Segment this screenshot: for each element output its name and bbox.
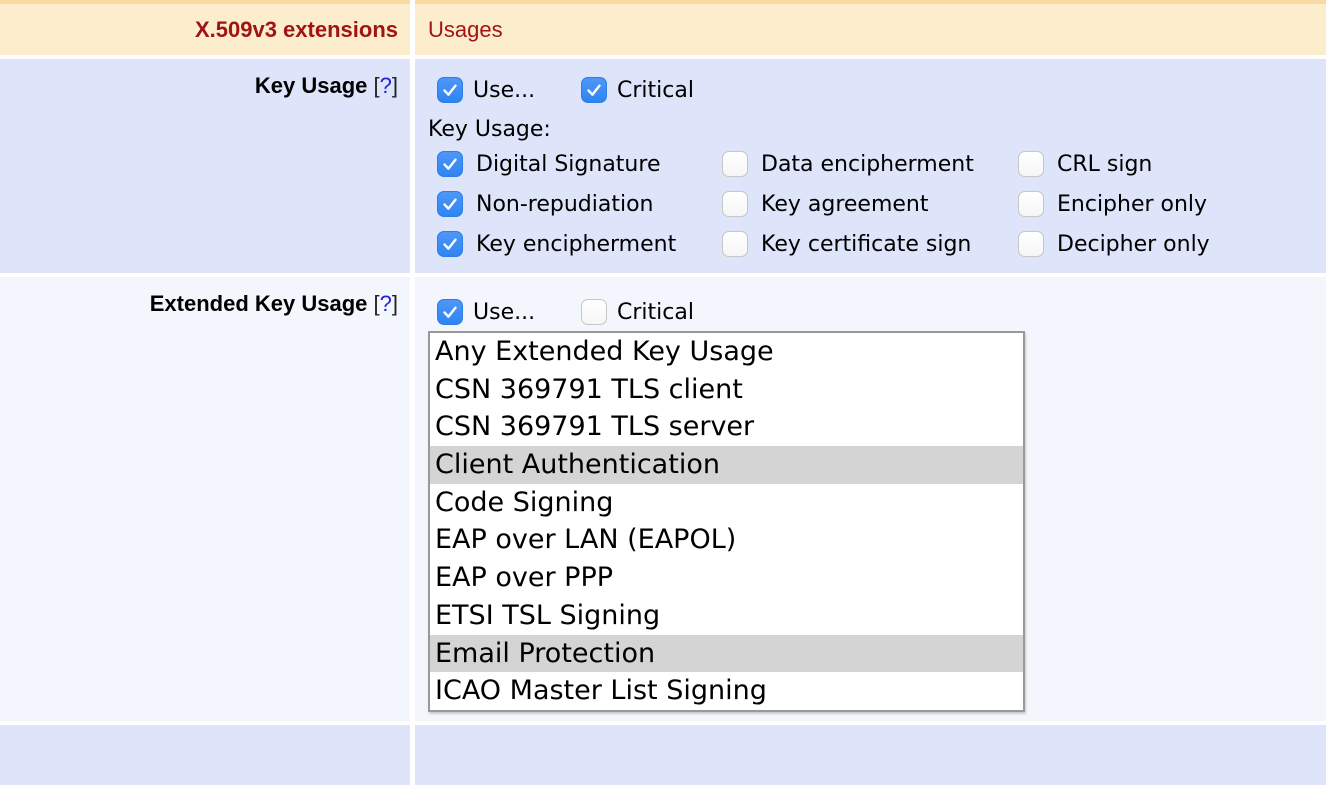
section-header-x509v3-extensions: X.509v3 extensions	[0, 0, 410, 55]
key-usage-option-label: CRL sign	[1057, 152, 1152, 177]
listbox-option[interactable]: Any Extended Key Usage	[430, 333, 1023, 371]
key-usage-option-label: Data encipherment	[761, 152, 974, 177]
key-usage-option-checkbox[interactable]	[437, 231, 463, 257]
key-usage-option[interactable]: Decipher only	[1018, 231, 1326, 257]
key-usage-critical-label: Critical	[617, 78, 694, 103]
key-usage-label: Key Usage	[255, 73, 368, 98]
listbox-option[interactable]: CSN 369791 TLS server	[430, 408, 1023, 446]
key-usage-option[interactable]: CRL sign	[1018, 151, 1326, 177]
key-usage-option-label: Digital Signature	[476, 152, 660, 177]
extended-key-usage-listbox[interactable]: Any Extended Key UsageCSN 369791 TLS cli…	[428, 331, 1025, 712]
extended-key-usage-critical-row[interactable]: Critical	[581, 299, 694, 325]
key-usage-option-checkbox[interactable]	[1018, 231, 1044, 257]
key-usage-option-label: Non-repudiation	[476, 192, 654, 217]
question-mark-icon: ?	[380, 73, 392, 98]
listbox-option[interactable]: Email Protection	[430, 635, 1023, 673]
key-usage-option-checkbox[interactable]	[437, 191, 463, 217]
key-usage-use-checkbox[interactable]	[437, 77, 463, 103]
key-usage-option-checkbox[interactable]	[722, 191, 748, 217]
extended-key-usage-critical-label: Critical	[617, 300, 694, 325]
next-row-left-cell	[0, 725, 410, 785]
listbox-option[interactable]: Client Authentication	[430, 446, 1023, 484]
key-usage-options-grid: Digital Signature Data encipherment CRL si…	[437, 144, 1326, 264]
key-usage-option[interactable]: Digital Signature	[437, 151, 722, 177]
extended-key-usage-critical-checkbox[interactable]	[581, 299, 607, 325]
extended-key-usage-use-label: Use...	[473, 300, 535, 325]
extensions-form-table: X.509v3 extensions Usages Key Usage [?] …	[0, 0, 1326, 785]
key-usage-option[interactable]: Data encipherment	[722, 151, 1018, 177]
key-usage-use-critical-row: Use... Critical	[437, 77, 1326, 103]
check-icon	[438, 300, 462, 324]
key-usage-option-checkbox[interactable]	[722, 231, 748, 257]
key-usage-help-link[interactable]: [?]	[374, 73, 399, 98]
extended-key-usage-label: Extended Key Usage	[150, 291, 368, 316]
section-header-usages: Usages	[415, 0, 1326, 55]
key-usage-critical-row[interactable]: Critical	[581, 77, 694, 103]
listbox-option[interactable]: Code Signing	[430, 484, 1023, 522]
extended-key-usage-help-link[interactable]: [?]	[374, 291, 399, 316]
key-usage-option-label: Key certificate sign	[761, 232, 971, 257]
key-usage-option-checkbox[interactable]	[437, 151, 463, 177]
check-icon	[438, 192, 462, 216]
extended-key-usage-use-row[interactable]: Use...	[437, 299, 581, 325]
listbox-option[interactable]: EAP over LAN (EAPOL)	[430, 521, 1023, 559]
key-usage-critical-checkbox[interactable]	[581, 77, 607, 103]
next-row-right-cell	[415, 725, 1326, 785]
extended-key-usage-use-critical-row: Use... Critical	[437, 299, 1326, 325]
extended-key-usage-content-cell: Use... Critical Any Extended Key UsageCS…	[415, 277, 1326, 721]
extended-key-usage-use-checkbox[interactable]	[437, 299, 463, 325]
key-usage-option-checkbox[interactable]	[1018, 191, 1044, 217]
listbox-option[interactable]: ICAO Master List Signing	[430, 672, 1023, 710]
key-usage-option-label: Encipher only	[1057, 192, 1207, 217]
listbox-option[interactable]: EAP over PPP	[430, 559, 1023, 597]
key-usage-option[interactable]: Key certificate sign	[722, 231, 1018, 257]
key-usage-option-label: Decipher only	[1057, 232, 1210, 257]
key-usage-use-row[interactable]: Use...	[437, 77, 581, 103]
extended-key-usage-label-cell: Extended Key Usage [?]	[0, 277, 410, 721]
key-usage-option-checkbox[interactable]	[1018, 151, 1044, 177]
check-icon	[438, 232, 462, 256]
key-usage-option-checkbox[interactable]	[722, 151, 748, 177]
check-icon	[582, 78, 606, 102]
check-icon	[438, 78, 462, 102]
section-header-title: X.509v3 extensions	[195, 17, 398, 43]
key-usage-option[interactable]: Non-repudiation	[437, 191, 722, 217]
key-usage-option[interactable]: Encipher only	[1018, 191, 1326, 217]
key-usage-option[interactable]: Key encipherment	[437, 231, 722, 257]
key-usage-option-label: Key encipherment	[476, 232, 676, 257]
key-usage-group-label: Key Usage:	[428, 116, 1326, 144]
key-usage-option-label: Key agreement	[761, 192, 929, 217]
listbox-option[interactable]: CSN 369791 TLS client	[430, 371, 1023, 409]
key-usage-use-label: Use...	[473, 78, 535, 103]
check-icon	[438, 152, 462, 176]
usages-header-title: Usages	[428, 17, 503, 43]
listbox-option[interactable]: ETSI TSL Signing	[430, 597, 1023, 635]
question-mark-icon: ?	[380, 291, 392, 316]
key-usage-option[interactable]: Key agreement	[722, 191, 1018, 217]
key-usage-label-cell: Key Usage [?]	[0, 59, 410, 273]
key-usage-content-cell: Use... Critical Key Usage: Digital Signa…	[415, 59, 1326, 273]
